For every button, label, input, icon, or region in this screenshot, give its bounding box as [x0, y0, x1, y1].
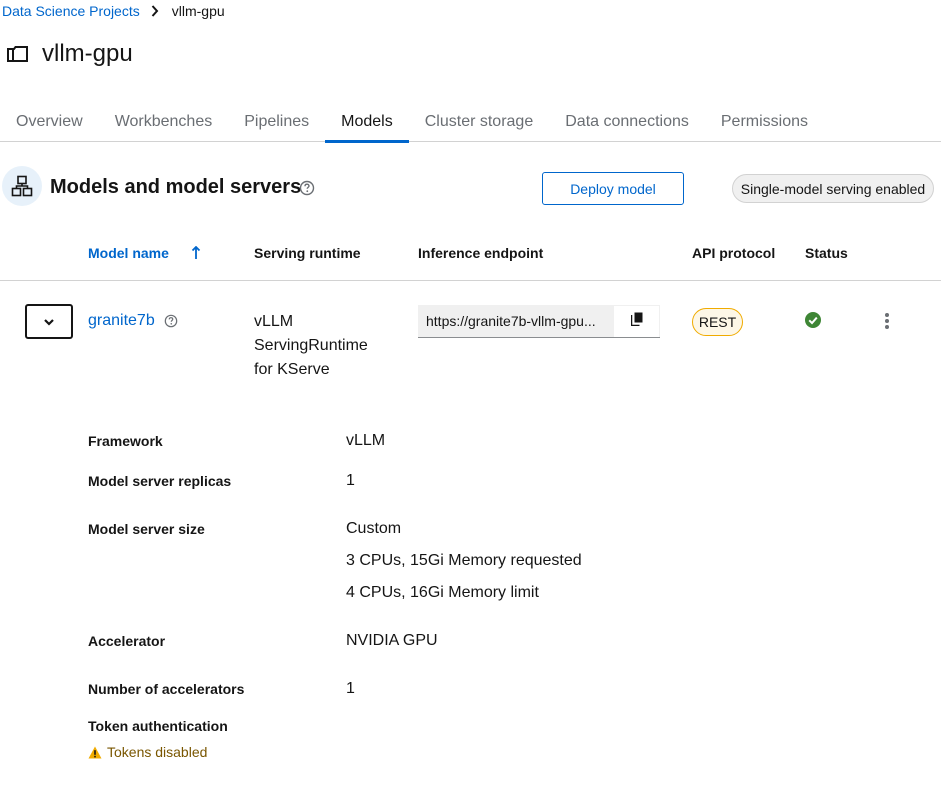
model-server-icon [2, 166, 42, 206]
sort-ascending-icon[interactable] [191, 245, 201, 260]
detail-label-token-auth: Token authentication [88, 718, 228, 734]
breadcrumb: Data Science Projects vllm-gpu [2, 2, 225, 20]
tab-cluster-storage[interactable]: Cluster storage [409, 102, 550, 142]
tab-pipelines[interactable]: Pipelines [228, 102, 325, 142]
runtime-line: for KServe [254, 361, 330, 378]
page-header: vllm-gpu [6, 40, 133, 68]
breadcrumb-current: vllm-gpu [171, 3, 225, 19]
chevron-right-icon [150, 4, 160, 18]
help-icon[interactable] [164, 314, 178, 328]
project-tabs: Overview Workbenches Pipelines Models Cl… [0, 102, 941, 143]
table-header-divider [0, 280, 941, 281]
deploy-model-button[interactable]: Deploy model [542, 172, 684, 205]
warning-triangle-icon [88, 746, 102, 759]
expand-row-toggle[interactable] [25, 304, 73, 339]
help-icon[interactable] [299, 180, 315, 196]
detail-value-size-limits: 4 CPUs, 16Gi Memory limit [346, 584, 539, 601]
column-header-model-name[interactable]: Model name [88, 245, 201, 261]
tab-overview[interactable]: Overview [0, 102, 99, 142]
inference-endpoint-clipboard: https://granite7b-vllm-gpu... [418, 305, 660, 338]
tab-permissions[interactable]: Permissions [705, 102, 824, 142]
check-circle-icon [805, 312, 821, 328]
column-header-label: Model name [88, 245, 169, 261]
column-header-status: Status [805, 245, 848, 261]
chevron-down-icon [43, 314, 55, 329]
detail-label-num-accelerators: Number of accelerators [88, 681, 245, 697]
column-header-inference-endpoint: Inference endpoint [418, 245, 544, 261]
detail-label-framework: Framework [88, 433, 163, 449]
detail-value-accelerator: NVIDIA GPU [346, 632, 438, 649]
endpoint-url-text[interactable]: https://granite7b-vllm-gpu... [418, 305, 613, 337]
tab-workbenches[interactable]: Workbenches [99, 102, 229, 142]
column-header-api-protocol: API protocol [692, 245, 776, 261]
token-status-text: Tokens disabled [107, 744, 208, 760]
tab-data-connections[interactable]: Data connections [549, 102, 705, 142]
detail-label-accelerator: Accelerator [88, 633, 166, 649]
project-folder-icon [6, 42, 30, 66]
section-title: Models and model servers [50, 176, 302, 198]
detail-value-size-requests: 3 CPUs, 15Gi Memory requested [346, 552, 582, 569]
breadcrumb-link-projects[interactable]: Data Science Projects [2, 3, 140, 19]
token-status: Tokens disabled [88, 744, 207, 760]
detail-label-replicas: Model server replicas [88, 473, 232, 489]
tab-models[interactable]: Models [325, 102, 409, 143]
page-title: vllm-gpu [42, 40, 133, 67]
column-header-serving-runtime: Serving runtime [254, 245, 361, 261]
detail-value-size-name: Custom [346, 520, 402, 537]
kebab-menu-icon[interactable] [880, 311, 894, 331]
detail-value-framework: vLLM [346, 432, 386, 449]
serving-runtime-cell: vLLM ServingRuntime for KServe [254, 310, 394, 382]
copy-icon [630, 312, 643, 331]
detail-value-num-accelerators: 1 [346, 680, 355, 697]
copy-button[interactable] [613, 305, 660, 337]
api-protocol-label: REST [692, 308, 743, 336]
runtime-line: vLLM [254, 313, 294, 330]
serving-mode-label: Single-model serving enabled [732, 174, 934, 203]
runtime-line: ServingRuntime [254, 337, 368, 354]
detail-label-server-size: Model server size [88, 521, 205, 537]
model-name-link[interactable]: granite7b [88, 312, 155, 330]
detail-value-replicas: 1 [346, 472, 355, 489]
